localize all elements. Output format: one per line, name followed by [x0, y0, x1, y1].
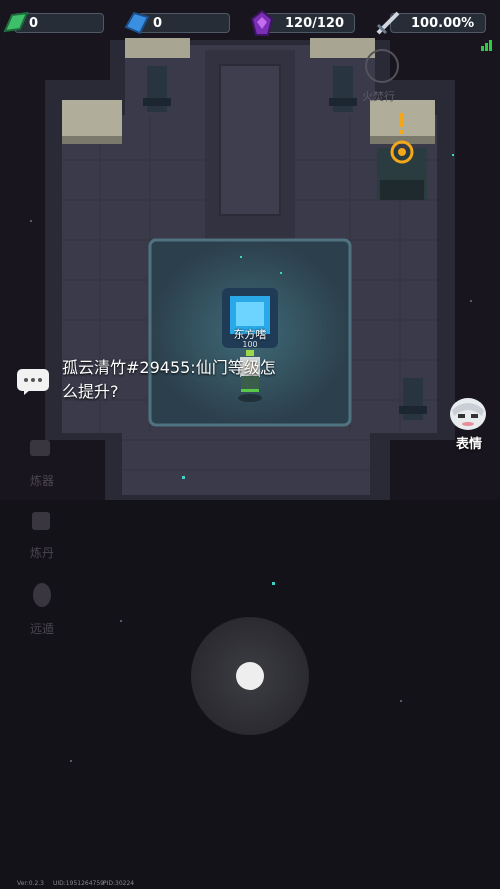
jade-icon: [3, 11, 29, 33]
chat-message: 孤云清竹#29455:仙门等级怎么提升?: [62, 358, 276, 401]
hud-energy: 120/120: [248, 9, 355, 36]
npc-level: 100: [242, 340, 258, 349]
version-text: Ver:0.2.3: [17, 880, 44, 887]
skill-label: 火焚行: [362, 90, 395, 103]
sword-icon: [376, 11, 400, 35]
joystick-thumb: [236, 662, 264, 690]
emote-avatar-icon[interactable]: [448, 396, 488, 432]
pid-text: PID:30224: [103, 880, 135, 887]
game-scene: [0, 0, 500, 889]
hud-percent: 100.00%: [374, 9, 486, 35]
crystal-icon: [124, 11, 150, 35]
hud-jade: 0: [2, 9, 105, 35]
crystal-value: 0: [153, 16, 163, 31]
emote-button[interactable]: 表情: [452, 433, 486, 452]
crystal-counter: 0: [138, 13, 230, 33]
percent-counter: 100.00%: [390, 13, 486, 33]
jade-value: 0: [29, 16, 39, 31]
uid-text: UID:1951264759: [53, 880, 104, 887]
side-menu-alchemy[interactable]: 炼丹: [20, 544, 64, 561]
energy-value: 120/120: [285, 16, 345, 31]
energy-counter: 120/120: [264, 13, 355, 33]
side-menu-escape[interactable]: 远遁: [20, 620, 64, 637]
chat-bubble-icon[interactable]: [16, 368, 50, 396]
percent-value: 100.00%: [411, 16, 475, 31]
energy-icon: [250, 9, 274, 36]
side-menu-refine[interactable]: 炼器: [20, 472, 64, 489]
hud-crystal: 0: [122, 9, 230, 35]
virtual-joystick[interactable]: [191, 617, 309, 735]
